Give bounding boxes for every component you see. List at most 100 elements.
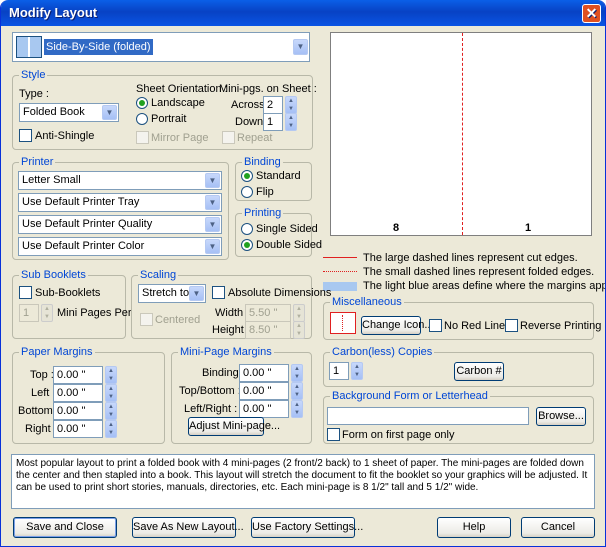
layout-select[interactable]: Side-By-Side (folded) ▼: [12, 32, 310, 62]
mirror-page-checkbox[interactable]: [136, 131, 149, 144]
width-input[interactable]: 5.50 ": [245, 304, 291, 322]
chevron-down-icon: ▼: [189, 286, 204, 301]
printer-color-select[interactable]: Use Default Printer Color ▼: [18, 237, 222, 256]
cancel-label: Cancel: [540, 521, 576, 533]
anti-shingle-checkbox[interactable]: [19, 129, 32, 142]
save-as-new-layout-label: Save As New Layout...: [133, 521, 244, 533]
style-group-title: Style: [19, 69, 48, 81]
mini-pages-per-label: Mini Pages Per: [57, 307, 132, 319]
paper-top-label: Top :: [30, 369, 54, 381]
paper-right-value: 0.00 ": [57, 423, 86, 435]
minipgs-label: Mini-pgs. on Sheet :: [219, 83, 317, 95]
scaling-group: Scaling Stretch to fit ▼ Absolute Dimensi…: [131, 269, 331, 339]
cancel-button[interactable]: Cancel: [521, 517, 595, 538]
repeat-checkbox[interactable]: [222, 131, 235, 144]
mp-leftright-label: Left/Right :: [184, 403, 238, 415]
scaling-mode-select[interactable]: Stretch to fit ▼: [138, 284, 206, 303]
change-icon-button[interactable]: Change Icon...: [361, 316, 434, 335]
height-spinner[interactable]: ▲ ▼: [293, 321, 305, 339]
mp-topbottom-label: Top/Bottom :: [179, 385, 241, 397]
sub-booklets-spinner[interactable]: ▲ ▼: [41, 304, 53, 322]
help-button[interactable]: Help: [437, 517, 511, 538]
carbon-group: Carbon(less) Copies 1 ▲ ▼ Carbon #: [323, 346, 594, 387]
paper-margins-group: Paper Margins Top : 0.00 " ▲ ▼ Left : 0.0…: [12, 346, 165, 444]
width-spinner[interactable]: ▲ ▼: [293, 304, 305, 322]
browse-button[interactable]: Browse...: [536, 407, 586, 426]
printing-group: Printing Single Sided Double Sided: [235, 207, 322, 257]
printer-quality-value: Use Default Printer Quality: [22, 218, 153, 230]
down-value: 1: [267, 116, 274, 128]
mp-leftright-spinner[interactable]: ▲ ▼: [291, 400, 303, 418]
help-label: Help: [462, 521, 486, 533]
layout-description-text: Most popular layout to print a folded bo…: [16, 458, 588, 493]
portrait-radio[interactable]: [136, 113, 148, 125]
paper-right-input[interactable]: 0.00 ": [53, 420, 103, 438]
paper-top-spinner[interactable]: ▲ ▼: [105, 366, 117, 384]
binding-standard-radio[interactable]: [241, 170, 253, 182]
sub-booklets-count-input[interactable]: 1: [19, 304, 39, 322]
width-value: 5.50 ": [249, 307, 278, 319]
layout-icon: [16, 36, 42, 58]
centered-checkbox[interactable]: [140, 313, 153, 326]
miscellaneous-group-title: Miscellaneous: [330, 296, 404, 308]
reverse-printing-checkbox[interactable]: [505, 319, 518, 332]
paper-margins-group-title: Paper Margins: [19, 346, 95, 358]
sub-booklets-checkbox[interactable]: [19, 286, 32, 299]
window-title: Modify Layout: [9, 5, 98, 20]
type-label: Type :: [19, 88, 49, 100]
preview-page-right: 1: [525, 222, 532, 234]
layout-select-value: Side-By-Side (folded): [44, 39, 153, 55]
across-input[interactable]: 2: [263, 96, 283, 114]
double-sided-radio[interactable]: [241, 239, 253, 251]
carbon-spinner[interactable]: ▲ ▼: [351, 362, 363, 380]
mp-binding-input[interactable]: 0.00 ": [239, 364, 289, 382]
paper-size-select[interactable]: Letter Small ▼: [18, 171, 222, 190]
printer-quality-select[interactable]: Use Default Printer Quality ▼: [18, 215, 222, 234]
title-bar: Modify Layout ✕: [1, 0, 605, 26]
preview-page-left: 8: [393, 222, 400, 234]
portrait-label: Portrait: [151, 113, 187, 125]
printer-group-title: Printer: [19, 156, 56, 168]
mp-topbottom-spinner[interactable]: ▲ ▼: [291, 382, 303, 400]
adjust-minipage-button[interactable]: Adjust Mini-page...: [188, 417, 280, 436]
sub-booklets-count: 1: [23, 307, 30, 319]
minipage-margins-group-title: Mini-Page Margins: [178, 346, 274, 358]
save-and-close-button[interactable]: Save and Close: [13, 517, 117, 538]
mp-topbottom-input[interactable]: 0.00 ": [239, 382, 289, 400]
binding-flip-radio[interactable]: [241, 186, 253, 198]
type-select[interactable]: Folded Book ▼: [19, 103, 119, 122]
down-input[interactable]: 1: [263, 113, 283, 131]
style-group: Style Type : Folded Book ▼ Anti-Shingle S…: [12, 69, 317, 150]
sub-booklets-group: Sub Booklets Sub-Booklets 1 ▲ ▼ Mini Page…: [12, 269, 132, 339]
use-factory-settings-button[interactable]: Use Factory Settings...: [251, 517, 363, 538]
save-as-new-layout-button[interactable]: Save As New Layout...: [132, 517, 244, 538]
carbon-count-input[interactable]: 1: [329, 362, 349, 380]
use-factory-settings-label: Use Factory Settings...: [252, 521, 364, 533]
close-button[interactable]: ✕: [582, 4, 601, 23]
single-sided-radio[interactable]: [241, 223, 253, 235]
paper-left-spinner[interactable]: ▲ ▼: [105, 384, 117, 402]
down-label: Down:: [235, 116, 267, 128]
paper-bottom-input[interactable]: 0.00 ": [53, 402, 103, 420]
paper-bottom-spinner[interactable]: ▲ ▼: [105, 402, 117, 420]
printer-tray-select[interactable]: Use Default Printer Tray ▼: [18, 193, 222, 212]
paper-top-input[interactable]: 0.00 ": [53, 366, 103, 384]
mp-binding-value: 0.00 ": [243, 367, 272, 379]
height-input[interactable]: 8.50 ": [245, 321, 291, 339]
absolute-dimensions-checkbox[interactable]: [212, 286, 225, 299]
paper-left-input[interactable]: 0.00 ": [53, 384, 103, 402]
across-spinner[interactable]: ▲ ▼: [285, 96, 297, 114]
mp-leftright-input[interactable]: 0.00 ": [239, 400, 289, 418]
first-page-only-checkbox[interactable]: [327, 428, 340, 441]
down-spinner[interactable]: ▲ ▼: [285, 113, 297, 131]
binding-flip-label: Flip: [256, 186, 274, 198]
paper-right-spinner[interactable]: ▲ ▼: [105, 420, 117, 438]
background-group-title: Background Form or Letterhead: [330, 390, 490, 402]
mp-binding-spinner[interactable]: ▲ ▼: [291, 364, 303, 382]
landscape-radio[interactable]: [136, 97, 148, 109]
background-path-input[interactable]: [327, 407, 529, 425]
carbon-group-title: Carbon(less) Copies: [330, 346, 435, 358]
chevron-down-icon: ▼: [102, 105, 117, 120]
carbon-number-button[interactable]: Carbon #: [454, 362, 504, 381]
no-red-lines-checkbox[interactable]: [429, 319, 442, 332]
